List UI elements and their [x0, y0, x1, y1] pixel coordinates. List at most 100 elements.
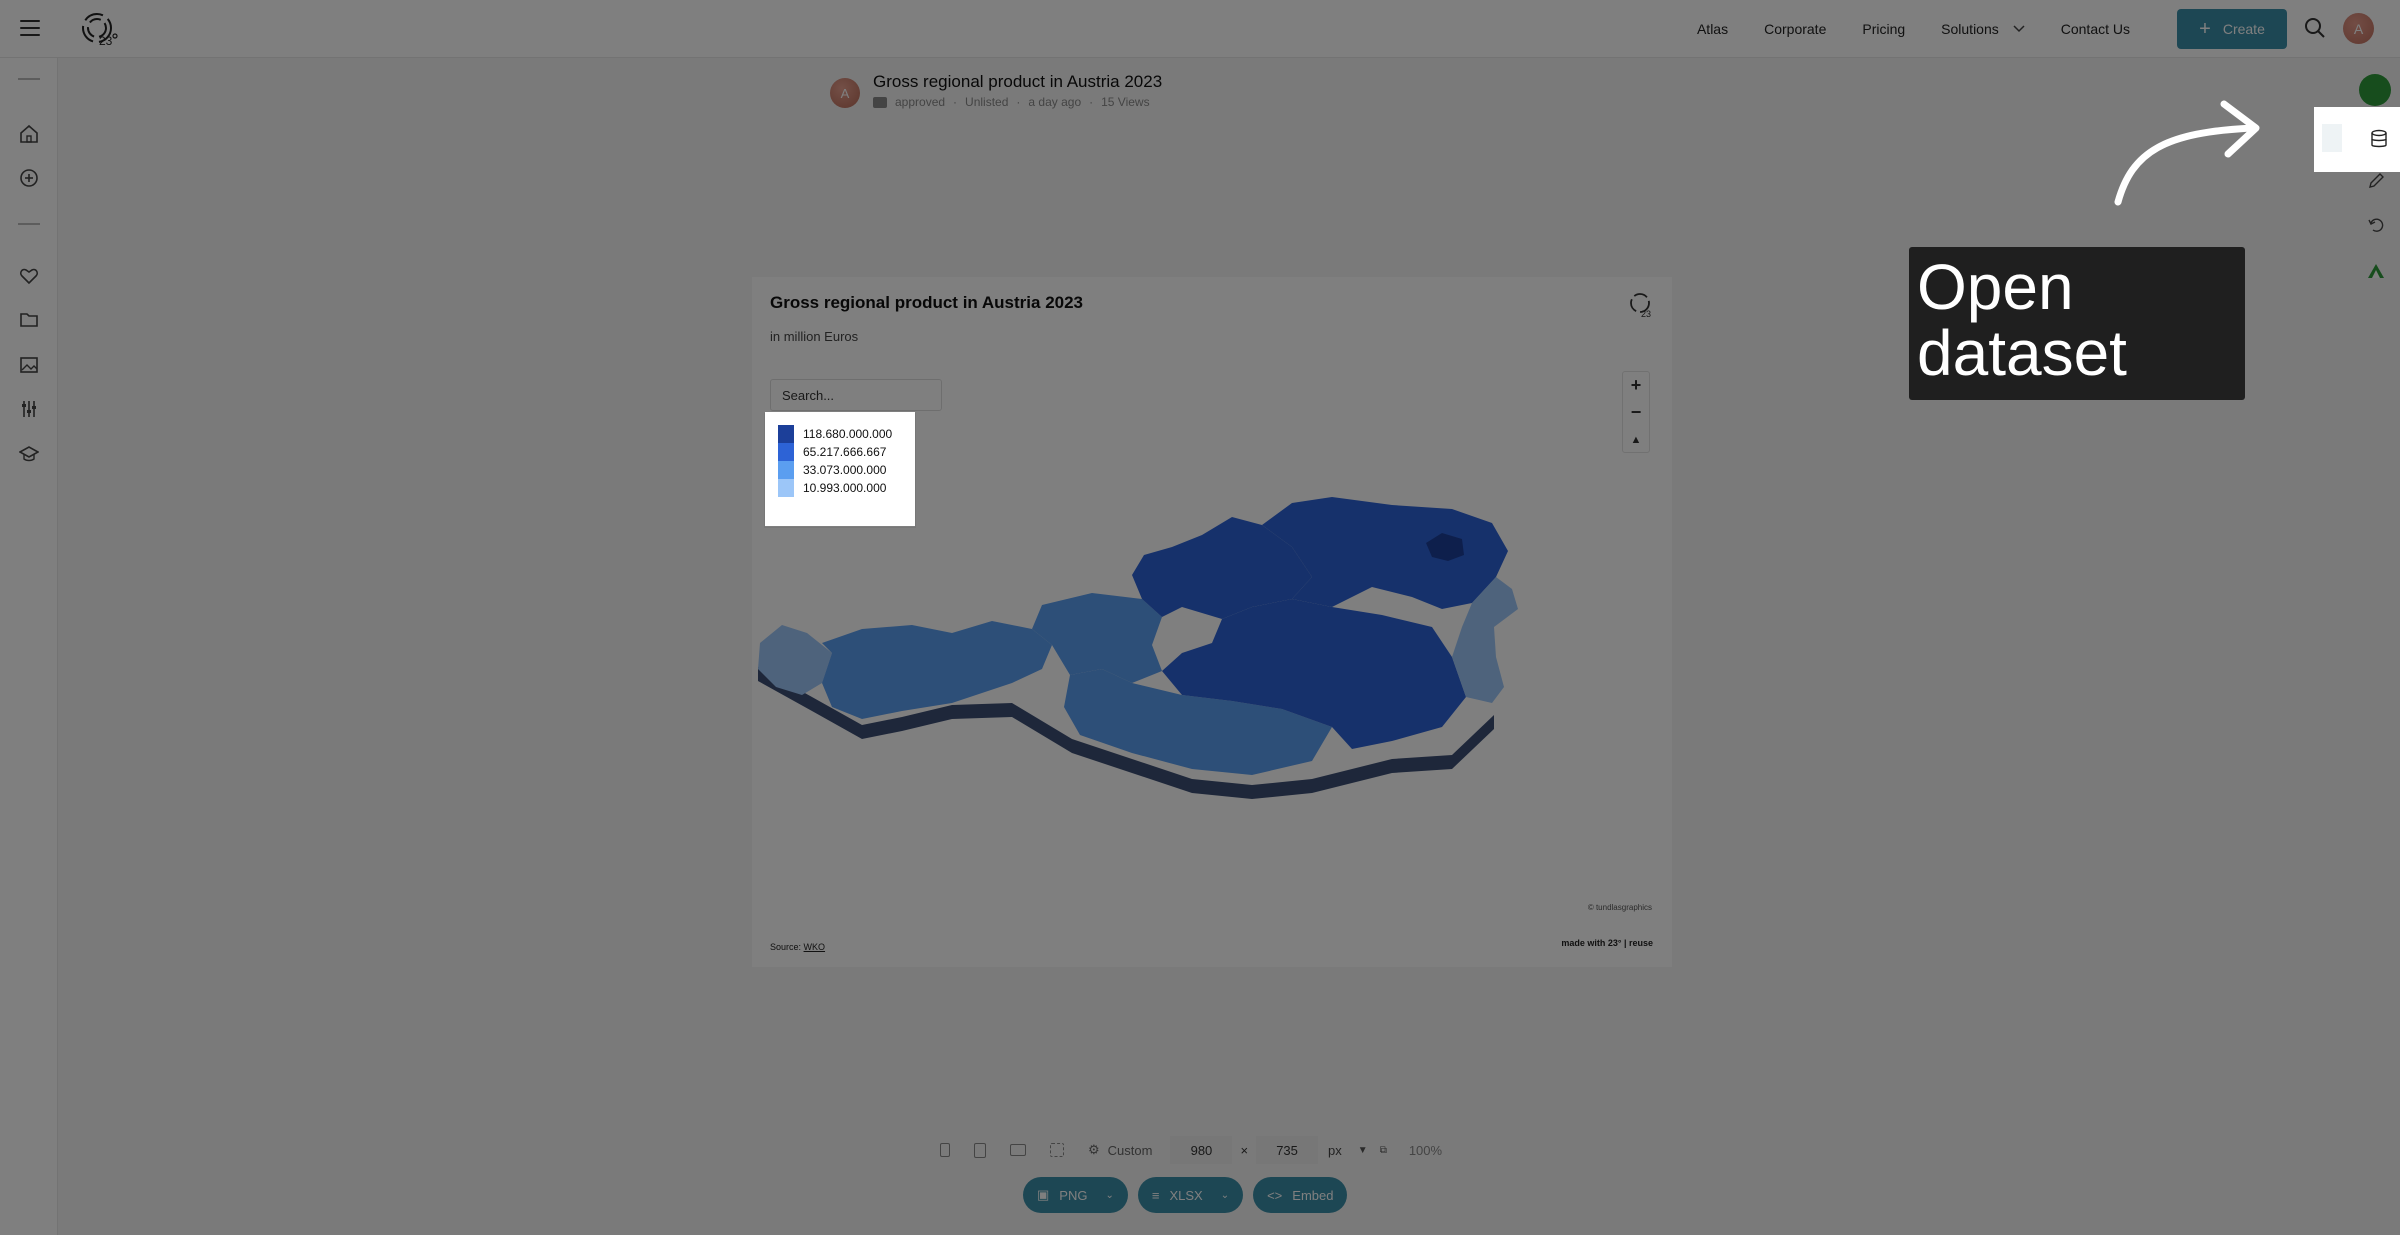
plus-icon: + [2199, 18, 2211, 40]
add-circle-icon[interactable] [19, 168, 39, 188]
export-toolbar: ▣ PNG ⌄ ≡ XLSX ⌄ <> Embed [1023, 1177, 1348, 1213]
brand-icon[interactable] [2367, 262, 2385, 280]
region-salzburg[interactable] [1032, 593, 1162, 683]
embed-label: Embed [1292, 1187, 1334, 1203]
main-nav: Atlas Corporate Pricing Solutions Contac… [1697, 0, 2130, 58]
phone-icon[interactable] [940, 1143, 950, 1157]
map-credit: © tundlasgraphics [1587, 903, 1652, 912]
svg-text:23: 23 [1641, 309, 1651, 319]
meta-dot: · [1016, 95, 1021, 109]
sliders-icon[interactable] [19, 399, 39, 419]
source-link[interactable]: WKO [804, 942, 826, 952]
image-icon: ▣ [1037, 1187, 1050, 1202]
legend-label: 118.680.000.000 [803, 427, 893, 441]
meta-status: approved [895, 95, 946, 109]
times-symbol: × [1240, 1142, 1249, 1158]
left-sidebar [0, 58, 58, 1235]
chart-card: Gross regional product in Austria 2023 i… [752, 277, 1672, 967]
legend-item: 33.073.000.000 [778, 461, 886, 479]
fullscreen-icon[interactable] [1050, 1143, 1064, 1157]
project-title[interactable]: Gross regional product in Austria 2023 [873, 72, 1162, 92]
embed-button[interactable]: <> Embed [1253, 1177, 1348, 1213]
gear-icon: ⚙ [1088, 1142, 1100, 1157]
preset-label: Custom [1107, 1142, 1153, 1158]
tutorial-tooltip: Open dataset [1909, 247, 2245, 400]
chevron-down-icon [2013, 25, 2025, 33]
nav-solutions[interactable]: Solutions [1941, 21, 2025, 37]
tooltip-stub [2322, 124, 2342, 152]
logo-icon: 23 [1630, 293, 1651, 319]
create-button-label: Create [2222, 21, 2265, 37]
create-button[interactable]: + Create [2177, 9, 2287, 49]
meta-dot: · [1089, 95, 1094, 109]
logo-icon[interactable]: 23 [80, 10, 120, 50]
chart-title: Gross regional product in Austria 2023 [770, 293, 1084, 312]
legend-swatch [778, 461, 794, 479]
folder-icon[interactable] [19, 310, 39, 330]
database-icon: ≡ [1151, 1187, 1160, 1203]
code-icon: <> [1267, 1187, 1283, 1203]
xlsx-label: XLSX [1169, 1187, 1203, 1203]
pencil-icon[interactable] [2367, 172, 2385, 190]
png-export-button[interactable]: ▣ PNG ⌄ [1023, 1177, 1128, 1213]
author-avatar[interactable]: A [830, 78, 860, 108]
legend-label: 10.993.000.000 [803, 481, 887, 495]
meta-date: a day ago [1028, 95, 1082, 109]
legend-swatch [778, 479, 794, 497]
chart-subtitle: in million Euros [770, 329, 859, 344]
source-label: Source: [770, 942, 802, 952]
pointer-arrow [2114, 100, 2260, 206]
map-search-input[interactable] [770, 379, 942, 411]
divider [18, 78, 40, 80]
menu-icon[interactable] [20, 20, 40, 38]
nav-pricing[interactable]: Pricing [1862, 21, 1905, 37]
zoom-in-button[interactable]: + [1623, 372, 1649, 399]
chevron-down-icon[interactable]: ⌄ [1221, 1190, 1229, 1201]
size-toolbar: ⚙ Custom × px ▼ ⧉ 100% [940, 1136, 1442, 1164]
laptop-icon[interactable] [1010, 1144, 1026, 1156]
preset-select[interactable]: ⚙ Custom [1088, 1142, 1152, 1158]
region-lower-austria[interactable] [1262, 497, 1508, 609]
top-navigation-bar: 23 Atlas Corporate Pricing Solutions Con… [0, 0, 2400, 58]
lock-ratio-icon[interactable]: ⧉ [1380, 1145, 1387, 1156]
caret-down-icon[interactable]: ▼ [1358, 1145, 1368, 1156]
height-input[interactable] [1256, 1136, 1319, 1164]
legend-highlight: 118.680.000.000 65.217.666.667 33.073.00… [765, 412, 915, 526]
image-icon[interactable] [19, 355, 39, 375]
divider [18, 223, 40, 225]
made-with-label[interactable]: made with 23° | reuse [1561, 938, 1653, 948]
legend-label: 65.217.666.667 [803, 445, 887, 459]
dataset-button-highlight [2314, 107, 2400, 172]
xlsx-export-button[interactable]: ≡ XLSX ⌄ [1137, 1177, 1244, 1213]
compass-icon[interactable]: ▲ [1623, 426, 1649, 453]
nav-atlas[interactable]: Atlas [1697, 21, 1728, 37]
tablet-icon[interactable] [974, 1142, 986, 1158]
legend-swatch [778, 443, 794, 461]
width-input[interactable] [1170, 1136, 1233, 1164]
legend-item: 118.680.000.000 [778, 425, 892, 443]
user-avatar[interactable]: A [2343, 13, 2374, 44]
map-zoom-controls: + − ▲ [1622, 371, 1650, 453]
legend-item: 65.217.666.667 [778, 443, 886, 461]
zoom-level[interactable]: 100% [1409, 1143, 1442, 1158]
zoom-out-button[interactable]: − [1623, 399, 1649, 426]
unit-select[interactable]: px [1328, 1143, 1342, 1158]
chevron-down-icon[interactable]: ⌄ [1105, 1190, 1113, 1201]
legend-item: 10.993.000.000 [778, 479, 886, 497]
nav-corporate[interactable]: Corporate [1764, 21, 1826, 37]
region-tyrol[interactable] [822, 621, 1052, 719]
project-meta: approved · Unlisted · a day ago · 15 Vie… [873, 95, 1150, 109]
nav-contact-us[interactable]: Contact Us [2061, 21, 2130, 37]
graduation-cap-icon[interactable] [19, 444, 39, 464]
png-label: PNG [1059, 1187, 1088, 1203]
search-icon[interactable] [2304, 17, 2326, 39]
meta-dot: · [953, 95, 958, 109]
heart-icon[interactable] [19, 266, 39, 286]
home-icon[interactable] [19, 124, 39, 144]
legend-label: 33.073.000.000 [803, 463, 887, 477]
undo-icon[interactable] [2367, 216, 2385, 234]
save-button[interactable] [2359, 74, 2391, 106]
legend-swatch [778, 425, 794, 443]
database-icon[interactable] [2369, 129, 2389, 149]
folder-icon [873, 96, 887, 108]
